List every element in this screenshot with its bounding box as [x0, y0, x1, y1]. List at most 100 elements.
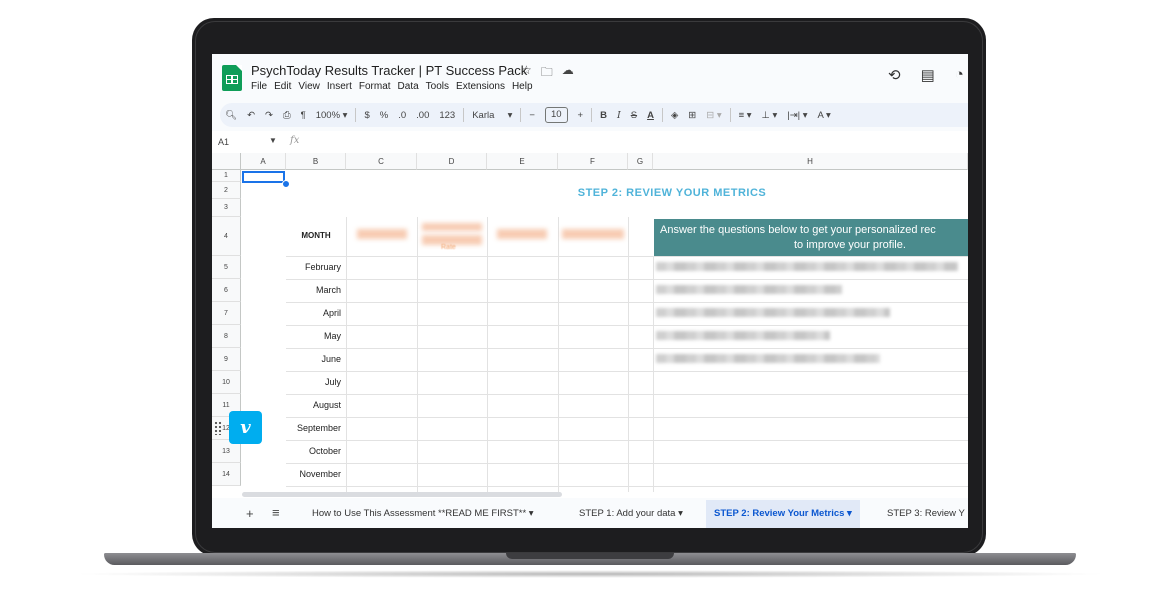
column-header-g[interactable]: G [628, 153, 653, 170]
month-cell[interactable]: July [288, 377, 341, 387]
strikethrough-button[interactable]: S [631, 110, 637, 121]
sheet-tab-bar: + ≡ How to Use This Assessment **READ ME… [212, 500, 968, 528]
paint-format-icon[interactable]: ¶ [301, 110, 306, 121]
sheets-logo-icon[interactable] [222, 65, 242, 91]
undo-icon[interactable]: ↶ [247, 110, 255, 121]
font-size-input[interactable]: 10 [544, 107, 568, 123]
print-icon[interactable]: ⎙ [283, 110, 291, 121]
row-header-14[interactable]: 14 [212, 463, 241, 486]
vimeo-logo-icon[interactable]: v [229, 411, 262, 444]
menu-format[interactable]: Format [359, 81, 391, 92]
menu-file[interactable]: File [251, 81, 267, 92]
percent-button[interactable]: % [380, 110, 388, 121]
bold-button[interactable]: B [600, 110, 607, 121]
font-select[interactable]: Karla ▾ [472, 110, 512, 121]
drag-handle-icon[interactable] [214, 421, 222, 435]
toolbar-divider [355, 108, 357, 122]
redo-icon[interactable]: ↷ [265, 110, 273, 121]
month-cell[interactable]: June [288, 354, 341, 364]
gridline [286, 394, 968, 395]
tab-step-2[interactable]: STEP 2: Review Your Metrics ▾ [706, 500, 860, 528]
text-color-button[interactable]: A [647, 110, 654, 121]
callout-box[interactable]: Answer the questions below to get your p… [654, 219, 968, 256]
meet-icon[interactable]: ◔ [955, 66, 964, 84]
text-rotation-icon[interactable]: A ▾ [818, 110, 831, 121]
move-folder-icon[interactable]: 🗀 [541, 63, 553, 84]
name-box[interactable]: A1 [218, 137, 229, 147]
horizontal-scrollbar-thumb[interactable] [242, 492, 562, 497]
month-cell[interactable]: August [288, 400, 341, 410]
row-header-3[interactable]: 3 [212, 199, 241, 217]
month-cell[interactable]: October [288, 446, 341, 456]
currency-button[interactable]: $ [364, 110, 369, 121]
row-header-2[interactable]: 2 [212, 182, 241, 199]
tab-step-3[interactable]: STEP 3: Review Y [879, 500, 968, 528]
menu-extensions[interactable]: Extensions [456, 81, 505, 92]
blurred-text-line [656, 331, 830, 340]
increase-decimal-button[interactable]: .00 [416, 110, 429, 121]
column-header-c[interactable]: C [346, 153, 417, 170]
column-header-h[interactable]: H [653, 153, 968, 170]
row-header-1[interactable]: 1 [212, 170, 241, 182]
row-header-9[interactable]: 9 [212, 348, 241, 371]
zoom-select[interactable]: 100% ▾ [316, 110, 348, 121]
month-header: MONTH [301, 231, 331, 240]
menu-edit[interactable]: Edit [274, 81, 291, 92]
borders-icon[interactable]: ⊞ [688, 110, 696, 121]
document-title[interactable]: PsychToday Results Tracker | PT Success … [251, 63, 527, 78]
blurred-text-line [656, 354, 880, 363]
tab-step-1[interactable]: STEP 1: Add your data ▾ [571, 500, 691, 528]
month-cell[interactable]: March [288, 285, 341, 295]
name-box-chevron-down-icon[interactable]: ▼ [269, 136, 277, 145]
row-header-7[interactable]: 7 [212, 302, 241, 325]
selected-cell-a1[interactable] [242, 171, 285, 183]
add-sheet-button[interactable]: + [246, 506, 254, 521]
menu-insert[interactable]: Insert [327, 81, 352, 92]
font-size-increase-button[interactable]: + [578, 110, 584, 121]
gridline [286, 302, 968, 303]
blurred-text-line [656, 285, 842, 294]
italic-button[interactable]: I [617, 110, 621, 121]
month-cell[interactable]: April [288, 308, 341, 318]
row-header-10[interactable]: 10 [212, 371, 241, 394]
horizontal-align-icon[interactable]: ≡ ▾ [739, 110, 752, 121]
tab-how-to-use[interactable]: How to Use This Assessment **READ ME FIR… [304, 500, 542, 528]
comments-icon[interactable]: ▤ [921, 66, 935, 84]
column-header-b[interactable]: B [286, 153, 346, 170]
month-cell[interactable]: May [288, 331, 341, 341]
gridline [558, 217, 559, 492]
vertical-align-icon[interactable]: ⊥ ▾ [762, 110, 778, 121]
gridline [286, 417, 968, 418]
font-name: Karla [472, 109, 495, 121]
toolbar-divider [520, 108, 522, 122]
column-header-d[interactable]: D [417, 153, 487, 170]
cloud-status-icon[interactable]: ☁ [562, 63, 574, 84]
font-size-decrease-button[interactable]: − [529, 110, 535, 121]
column-header-e[interactable]: E [487, 153, 558, 170]
fill-color-icon[interactable]: ◈ [671, 110, 678, 121]
row-header-4[interactable]: 4 [212, 217, 241, 256]
month-cell[interactable]: February [288, 262, 341, 272]
row-header-8[interactable]: 8 [212, 325, 241, 348]
menu-tools[interactable]: Tools [426, 81, 449, 92]
month-cell[interactable]: September [288, 423, 341, 433]
row-header-5[interactable]: 5 [212, 256, 241, 279]
search-menus-icon[interactable]: 🔍︎ [225, 110, 237, 121]
all-sheets-button[interactable]: ≡ [272, 505, 280, 520]
spreadsheet-grid[interactable]: A B C D E F G H 1 2 3 4 5 6 7 8 9 10 11 … [212, 153, 968, 498]
title-bar: PsychToday Results Tracker | PT Success … [212, 54, 968, 100]
version-history-icon[interactable]: ⟲ [888, 66, 901, 84]
row-header-6[interactable]: 6 [212, 279, 241, 302]
month-cell[interactable]: November [288, 469, 341, 479]
fill-handle[interactable] [282, 180, 290, 188]
column-header-f[interactable]: F [558, 153, 628, 170]
number-format-button[interactable]: 123 [439, 110, 455, 121]
column-header-a[interactable]: A [241, 153, 286, 170]
text-wrap-icon[interactable]: |⇥| ▾ [787, 110, 807, 121]
menu-view[interactable]: View [298, 81, 320, 92]
menu-help[interactable]: Help [512, 81, 533, 92]
menu-data[interactable]: Data [398, 81, 419, 92]
merge-cells-icon[interactable]: ⊟ ▾ [706, 110, 721, 121]
decrease-decimal-button[interactable]: .0 [398, 110, 406, 121]
select-all-corner[interactable] [212, 153, 241, 170]
